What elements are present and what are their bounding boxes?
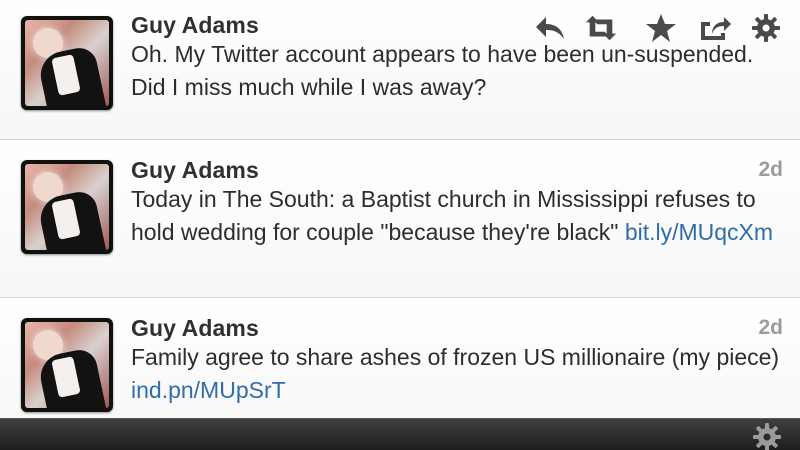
tweet-author-name[interactable]: Guy Adams (131, 315, 259, 342)
user-avatar[interactable] (21, 160, 113, 254)
tweet-body: Family agree to share ashes of frozen US… (131, 344, 780, 370)
twitter-client-window: Guy Adams Oh. My Twitter account appears… (0, 0, 800, 450)
avatar-photo (25, 164, 109, 250)
avatar-photo (25, 20, 109, 106)
tweet-author-name[interactable]: Guy Adams (131, 157, 259, 184)
user-avatar[interactable] (21, 16, 113, 110)
tweet-text: Oh. My Twitter account appears to have b… (131, 38, 786, 104)
gear-icon[interactable] (752, 422, 782, 450)
tweet-text: Today in The South: a Baptist church in … (131, 183, 786, 249)
avatar-photo (25, 322, 109, 408)
tweet-item[interactable]: Guy Adams 2d Today in The South: a Bapti… (0, 140, 800, 298)
user-avatar[interactable] (21, 318, 113, 412)
tweet-item[interactable]: Guy Adams Oh. My Twitter account appears… (0, 0, 800, 140)
tweet-link[interactable]: bit.ly/MUqcXm (625, 219, 773, 245)
tweet-link[interactable]: ind.pn/MUpSrT (131, 377, 286, 403)
tweet-text: Family agree to share ashes of frozen US… (131, 341, 786, 407)
bottom-toolbar (0, 418, 800, 450)
tweet-body: Oh. My Twitter account appears to have b… (131, 41, 754, 100)
tweet-item[interactable]: Guy Adams 2d Family agree to share ashes… (0, 298, 800, 418)
tweet-timeline[interactable]: Guy Adams Oh. My Twitter account appears… (0, 0, 800, 418)
tweet-timestamp[interactable]: 2d (758, 316, 783, 340)
tweet-author-name[interactable]: Guy Adams (131, 12, 259, 39)
tweet-timestamp[interactable]: 2d (758, 158, 783, 182)
